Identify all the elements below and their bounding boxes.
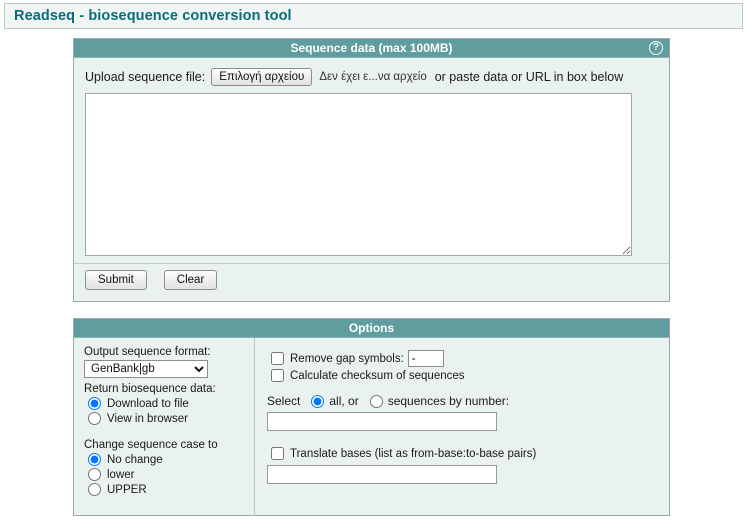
sequence-data-panel: Sequence data (max 100MB) ? Upload seque… (73, 38, 670, 302)
sequences-by-number-input[interactable] (267, 412, 497, 431)
radio-view-in-browser[interactable]: View in browser (84, 412, 254, 425)
checksum-checkbox[interactable] (271, 369, 284, 382)
remove-gap-input[interactable] (407, 350, 444, 367)
clear-button[interactable]: Clear (163, 270, 218, 290)
translate-row: Translate bases (list as from-base:to-ba… (267, 447, 669, 460)
output-format-select[interactable]: GenBank|gb (84, 360, 208, 378)
select-prefix-label: Select (267, 394, 301, 408)
upload-label: Upload sequence file: (85, 70, 206, 84)
sequence-textarea[interactable] (85, 93, 632, 256)
translate-block: Translate bases (list as from-base:to-ba… (267, 447, 669, 484)
radio-download-to-file-label: Download to file (107, 397, 189, 410)
options-header-label: Options (348, 321, 395, 335)
submit-button[interactable]: Submit (85, 270, 147, 290)
upload-row: Upload sequence file: Επιλογή αρχείου Δε… (74, 58, 669, 86)
app-title-banner: Readseq - biosequence conversion tool (4, 3, 743, 29)
choose-file-button[interactable]: Επιλογή αρχείου (211, 68, 313, 86)
options-left-column: Output sequence format: GenBank|gb Retur… (74, 338, 255, 516)
radio-case-no-change-input[interactable] (88, 453, 101, 466)
radio-case-upper[interactable]: UPPER (84, 483, 254, 496)
help-icon[interactable]: ? (649, 41, 663, 55)
checksum-label: Calculate checksum of sequences (290, 369, 465, 382)
radio-case-upper-input[interactable] (88, 483, 101, 496)
radio-case-lower[interactable]: lower (84, 468, 254, 481)
radio-select-all-input[interactable] (311, 394, 325, 408)
radio-view-in-browser-label: View in browser (107, 412, 188, 425)
radio-select-by-number-label: sequences by number: (387, 394, 510, 408)
select-sequences-row: Select all, or sequences by number: (267, 394, 669, 408)
radio-case-no-change[interactable]: No change (84, 453, 254, 466)
options-panel: Options Output sequence format: GenBank|… (73, 318, 670, 516)
radio-select-all-label: all, or (329, 394, 359, 408)
remove-gap-label: Remove gap symbols: (290, 352, 404, 365)
radio-case-no-change-label: No change (107, 453, 163, 466)
translate-input[interactable] (267, 465, 497, 484)
translate-label: Translate bases (list as from-base:to-ba… (290, 447, 537, 460)
options-right-column: Remove gap symbols: Calculate checksum o… (255, 338, 669, 516)
options-header: Options (74, 319, 669, 338)
radio-download-to-file-input[interactable] (88, 397, 101, 410)
sequence-data-header: Sequence data (max 100MB) ? (74, 39, 669, 58)
radio-case-upper-label: UPPER (107, 483, 147, 496)
remove-gap-checkbox[interactable] (271, 352, 284, 365)
output-format-label: Output sequence format: (84, 346, 211, 358)
options-body: Output sequence format: GenBank|gb Retur… (74, 338, 669, 516)
radio-case-lower-input[interactable] (88, 468, 101, 481)
remove-gap-row: Remove gap symbols: (267, 350, 669, 367)
translate-checkbox[interactable] (271, 447, 284, 460)
checksum-row: Calculate checksum of sequences (267, 369, 669, 382)
page-title: Readseq - biosequence conversion tool (14, 8, 292, 24)
case-change-label: Change sequence case to (84, 439, 218, 451)
form-button-bar: Submit Clear (74, 263, 669, 296)
radio-view-in-browser-input[interactable] (88, 412, 101, 425)
file-status-text: Δεν έχει ε...να αρχείο (319, 71, 427, 83)
radio-select-by-number-input[interactable] (369, 394, 383, 408)
sequence-data-header-label: Sequence data (max 100MB) (290, 41, 453, 55)
upload-hint-text: or paste data or URL in box below (434, 70, 624, 84)
radio-download-to-file[interactable]: Download to file (84, 397, 254, 410)
return-data-label: Return biosequence data: (84, 383, 216, 395)
radio-case-lower-label: lower (107, 468, 135, 481)
